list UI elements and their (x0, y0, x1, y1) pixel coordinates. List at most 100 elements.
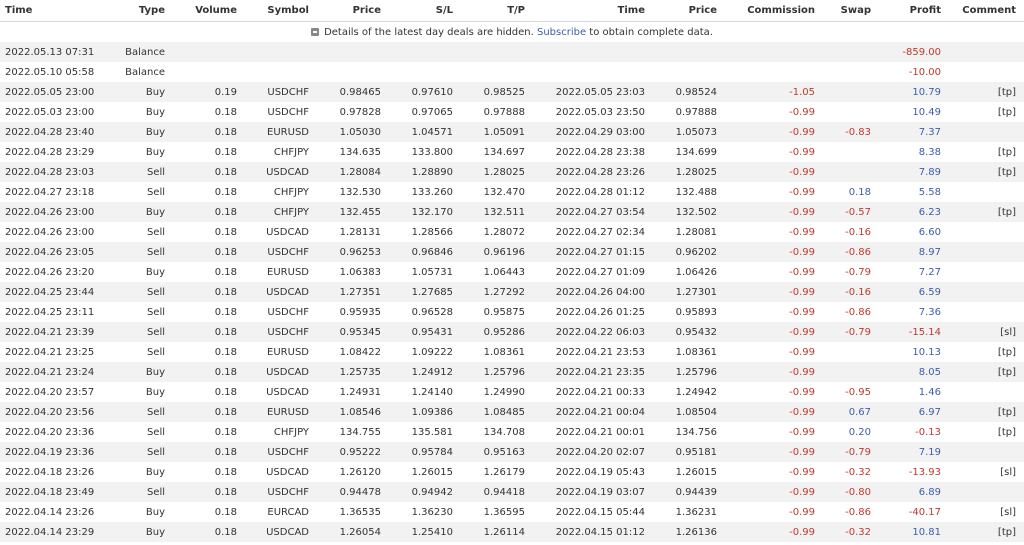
cell-price: 0.95345 (317, 322, 389, 342)
cell-close-time: 2022.04.26 04:00 (533, 282, 653, 302)
cell-close-price: 1.26136 (653, 522, 725, 542)
cell-comment (949, 262, 1024, 282)
cell-symbol: CHFJPY (273, 426, 309, 438)
cell-time: 2022.04.20 23:36 (5, 426, 95, 438)
subscribe-link[interactable]: Subscribe (537, 27, 586, 38)
cell-sl (389, 42, 461, 62)
column-header-volume[interactable]: Volume (173, 0, 245, 22)
cell-tp: 1.05091 (461, 122, 533, 142)
cell-swap (823, 62, 879, 82)
cell-type: Sell (146, 186, 165, 198)
table-row: 2022.04.21 23:39 Sell 0.18 USDCHF 0.95345 0.9… (0, 322, 1024, 342)
column-header-commission[interactable]: Commission (725, 0, 823, 22)
cell-symbol: EURUSD (267, 266, 309, 278)
cell-time: 2022.05.10 05:58 (5, 66, 95, 78)
cell-time: 2022.04.21 23:39 (0, 322, 115, 342)
cell-price: 0.94478 (317, 482, 389, 502)
cell-close-price: 132.488 (675, 186, 717, 198)
column-header-sl[interactable]: S/L (389, 0, 461, 22)
cell-time: 2022.04.21 23:24 (0, 362, 115, 382)
cell-price: 0.96253 (317, 242, 389, 262)
table-row: 2022.05.10 05:58 Balance -10.00 (0, 62, 1024, 82)
column-header-tp[interactable]: T/P (461, 0, 533, 22)
cell-close-price: 0.94439 (653, 482, 725, 502)
cell-volume: 0.18 (173, 202, 245, 222)
cell-price: 1.06383 (339, 266, 381, 278)
cell-comment (949, 302, 1024, 322)
column-header-close-time[interactable]: Time (533, 0, 653, 22)
cell-profit: 8.38 (918, 146, 941, 158)
cell-sl: 0.94942 (389, 482, 461, 502)
column-header-close-price[interactable]: Price (653, 0, 725, 22)
cell-commission: -0.99 (789, 266, 815, 278)
cell-profit: -15.14 (879, 322, 949, 342)
column-header-comment[interactable]: Comment (949, 0, 1024, 22)
column-header-symbol[interactable]: Symbol (245, 0, 317, 22)
cell-symbol: CHFJPY (273, 186, 309, 198)
cell-symbol: USDCHF (245, 322, 317, 342)
cell-volume: 0.18 (214, 106, 237, 118)
cell-comment (949, 482, 1024, 502)
cell-comment: [tp] (949, 362, 1024, 382)
cell-type: Sell (115, 162, 173, 182)
cell-symbol: CHFJPY (273, 146, 309, 158)
cell-close-price: 134.699 (675, 146, 717, 158)
cell-swap (823, 102, 879, 122)
cell-close-time: 2022.04.22 06:03 (533, 322, 653, 342)
cell-type: Sell (115, 442, 173, 462)
cell-profit: -859.00 (879, 42, 949, 62)
cell-commission: -0.99 (725, 402, 823, 422)
cell-commission (725, 62, 823, 82)
table-row: 2022.04.21 23:24 Buy 0.18 USDCAD 1.25735 1.24… (0, 362, 1024, 382)
cell-symbol: USDCHF (245, 242, 317, 262)
cell-tp: 0.95163 (461, 442, 533, 462)
cell-type: Buy (145, 106, 165, 118)
cell-sl: 1.28566 (411, 226, 453, 238)
cell-close-price: 0.96202 (653, 242, 725, 262)
cell-profit: 10.13 (912, 346, 941, 358)
column-header-type[interactable]: Type (115, 0, 173, 22)
table-row: 2022.04.19 23:36 Sell 0.18 USDCHF 0.95222 0.9… (0, 442, 1024, 462)
cell-comment: [tp] (949, 402, 1024, 422)
cell-symbol: USDCHF (245, 82, 317, 102)
cell-type: Sell (115, 242, 173, 262)
cell-profit: 5.58 (918, 186, 941, 198)
cell-swap: -0.79 (823, 442, 879, 462)
column-header-profit[interactable]: Profit (879, 0, 949, 22)
cell-close-price: 1.08361 (675, 346, 717, 358)
table-row: 2022.04.28 23:29 Buy 0.18 CHFJPY 134.635 133.… (0, 142, 1024, 162)
table-row: 2022.04.20 23:56 Sell 0.18 EURUSD 1.08546 1.0… (0, 402, 1024, 422)
cell-commission: -0.99 (725, 242, 823, 262)
cell-close-price: 1.08504 (653, 402, 725, 422)
cell-symbol: USDCAD (266, 226, 309, 238)
cell-tp: 0.95286 (461, 322, 533, 342)
table-row: 2022.04.20 23:57 Buy 0.18 USDCAD 1.24931 1.24… (0, 382, 1024, 402)
cell-time: 2022.04.26 23:20 (5, 266, 95, 278)
cell-volume: 0.18 (173, 482, 245, 502)
cell-close-time: 2022.04.15 01:12 (533, 522, 653, 542)
cell-profit: -0.13 (915, 426, 941, 438)
cell-tp: 132.511 (461, 202, 533, 222)
column-header-swap[interactable]: Swap (823, 0, 879, 22)
cell-close-time: 2022.04.27 02:34 (555, 226, 645, 238)
notice-text-before: Details of the latest day deals are hidd… (324, 26, 537, 38)
column-header-price[interactable]: Price (317, 0, 389, 22)
cell-comment (949, 222, 1024, 242)
cell-swap (823, 142, 879, 162)
column-header-time[interactable]: Time (0, 0, 115, 22)
cell-profit: 6.59 (879, 282, 949, 302)
cell-profit: 7.37 (879, 122, 949, 142)
cell-volume: 0.18 (173, 162, 245, 182)
cell-commission: -0.99 (789, 386, 815, 398)
cell-time: 2022.04.20 23:57 (5, 386, 95, 398)
cell-profit: 7.36 (918, 306, 941, 318)
cell-symbol: USDCHF (245, 482, 317, 502)
cell-price (317, 42, 389, 62)
cell-swap: -0.16 (823, 282, 879, 302)
cell-commission: -0.99 (725, 122, 823, 142)
cell-close-price: 1.36231 (675, 506, 717, 518)
cell-tp: 1.36595 (483, 506, 525, 518)
cell-close-price: 0.95181 (653, 442, 725, 462)
cell-comment (949, 282, 1024, 302)
cell-tp: 0.98525 (461, 82, 533, 102)
